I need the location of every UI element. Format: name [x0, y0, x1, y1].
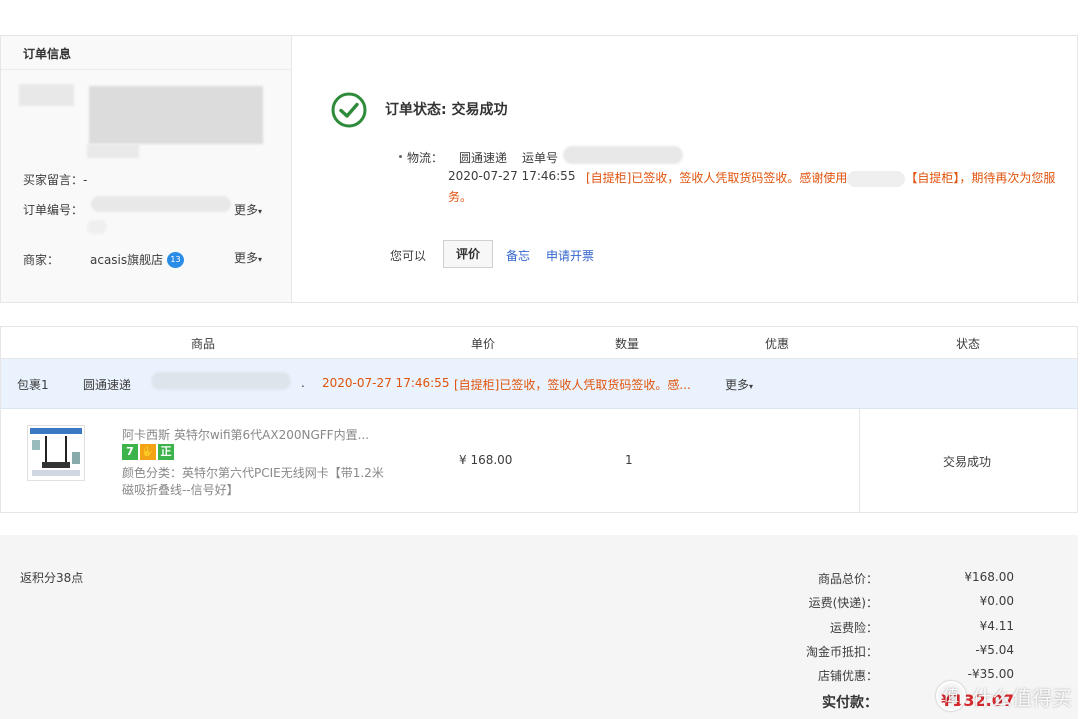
logistics-company: 圆通速递 [459, 151, 508, 165]
order-status-panel: 订单状态: 交易成功 物流： 圆通速递 运单号 2020-07-27 17:46… [293, 36, 1077, 302]
tracking-label: 运单号 [522, 151, 559, 165]
actions-label: 您可以 [390, 249, 427, 263]
order-box: 订单信息 买家留言：- 订单编号： 更多▾ 商家： acasis旗舰店 13 更… [0, 35, 1078, 303]
blurred-address [89, 86, 263, 144]
logistics-message: [自提柜]已签收，签收人凭取货码签收。感谢使用 【自提柜】，期待再次为您服务。 [448, 169, 1073, 207]
table-header: 商品 单价 数量 优惠 状态 [1, 327, 1077, 359]
package-message: [自提柜]已签收，签收人凭取货码签收。感... [454, 378, 691, 392]
seven-day-return-icon[interactable]: 7 [122, 444, 138, 460]
chevron-down-icon: ▾ [258, 255, 263, 264]
shipping-insurance-label: 运费险： [829, 621, 878, 635]
buyer-note-value: - [83, 173, 88, 187]
status-cell: 交易成功 [859, 409, 1079, 513]
items-table: 商品 单价 数量 优惠 状态 包裹1 圆通速递 . 2020-07-27 17:… [0, 326, 1078, 513]
package-more-link[interactable]: 更多▾ [725, 376, 753, 393]
shop-discount-label: 店铺优惠： [817, 669, 878, 683]
buyer-note: 买家留言：- [23, 171, 87, 188]
site-watermark: 值 什么值得买 [936, 681, 1072, 711]
chevron-down-icon: ▾ [258, 207, 263, 216]
success-check-icon [331, 92, 367, 128]
seller-name[interactable]: acasis旗舰店 [90, 251, 163, 268]
table-row: 阿卡西斯 英特尔wifi第6代AX200NGFF内置... 7 ✋ 正 颜色分类… [1, 409, 1077, 513]
watermark-logo-icon: 值 [936, 681, 966, 711]
chevron-down-icon: ▾ [749, 382, 754, 391]
package-row: 包裹1 圆通速递 . 2020-07-27 17:46:55 [自提柜]已签收，… [1, 359, 1077, 409]
order-info-panel: 订单信息 买家留言：- 订单编号： 更多▾ 商家： acasis旗舰店 13 更… [1, 36, 292, 302]
order-info-title: 订单信息 [23, 47, 72, 61]
goods-total-value: ¥168.00 [964, 570, 1014, 584]
product-thumbnail[interactable] [27, 425, 85, 481]
order-more-link[interactable]: 更多▾ [234, 201, 262, 218]
reward-points: 返积分38点 [20, 571, 84, 585]
blurred-tracking-number [151, 372, 291, 390]
product-sku: 颜色分类：英特尔第六代PCIE无线网卡【带1.2米磁吸折叠线--信号好】 [122, 466, 384, 497]
header-quantity: 数量 [615, 337, 640, 351]
product-image [30, 428, 82, 476]
blurred-tracking-number [563, 146, 683, 164]
blurred-order-number [87, 220, 107, 234]
shop-discount-value: -¥35.00 [967, 667, 1014, 681]
memo-link[interactable]: 备忘 [506, 247, 530, 264]
bullet-dot [399, 155, 402, 158]
header-status: 状态 [956, 337, 981, 351]
logistics-message-part1: [自提柜]已签收，签收人凭取货码签收。感谢使用 [586, 171, 848, 185]
invoice-link[interactable]: 申请开票 [546, 247, 594, 264]
product-title-link[interactable]: 阿卡西斯 英特尔wifi第6代AX200NGFF内置... [122, 426, 369, 443]
quantity: 1 [625, 453, 633, 467]
header-goods: 商品 [191, 337, 216, 351]
blurred-order-number [91, 196, 231, 212]
order-number-label: 订单编号： [23, 203, 84, 217]
divider [1, 69, 292, 70]
coin-deduction-label: 淘金币抵扣： [805, 645, 878, 659]
coin-deduction-value: -¥5.04 [975, 643, 1014, 657]
seller-more-link[interactable]: 更多▾ [234, 249, 262, 266]
paid-amount-label: 实付款： [822, 695, 878, 711]
wangwang-icon[interactable]: 13 [167, 252, 184, 268]
package-time: 2020-07-27 17:46:55 [322, 376, 450, 390]
shipping-insurance-value: ¥4.11 [979, 619, 1014, 633]
header-discount: 优惠 [765, 337, 790, 351]
shipping-label: 运费(快递)： [808, 596, 878, 610]
blurred-address [19, 84, 74, 106]
package-dot: . [301, 376, 305, 390]
hand-guarantee-icon[interactable]: ✋ [140, 444, 156, 460]
shipping-value: ¥0.00 [979, 594, 1014, 608]
unit-price: ¥ 168.00 [459, 453, 513, 467]
service-badges: 7 ✋ 正 [122, 444, 174, 460]
goods-total-label: 商品总价： [817, 572, 878, 586]
item-status: 交易成功 [943, 455, 992, 469]
logistics-label: 物流： [407, 151, 444, 165]
blurred-address [87, 144, 139, 158]
blurred-name [847, 170, 906, 187]
order-summary: 返积分38点 商品总价： ¥168.00 运费(快递)： ¥0.00 运费险： … [0, 535, 1078, 719]
authentic-guarantee-icon[interactable]: 正 [158, 444, 174, 460]
package-company: 圆通速递 [83, 378, 132, 392]
package-label: 包裹1 [17, 378, 49, 392]
header-unit-price: 单价 [471, 337, 496, 351]
review-button[interactable]: 评价 [443, 240, 493, 268]
watermark-text: 什么值得买 [972, 685, 1072, 710]
buyer-note-label: 买家留言： [23, 173, 84, 187]
seller-label: 商家： [23, 253, 60, 267]
order-status-title: 订单状态: 交易成功 [385, 102, 508, 118]
